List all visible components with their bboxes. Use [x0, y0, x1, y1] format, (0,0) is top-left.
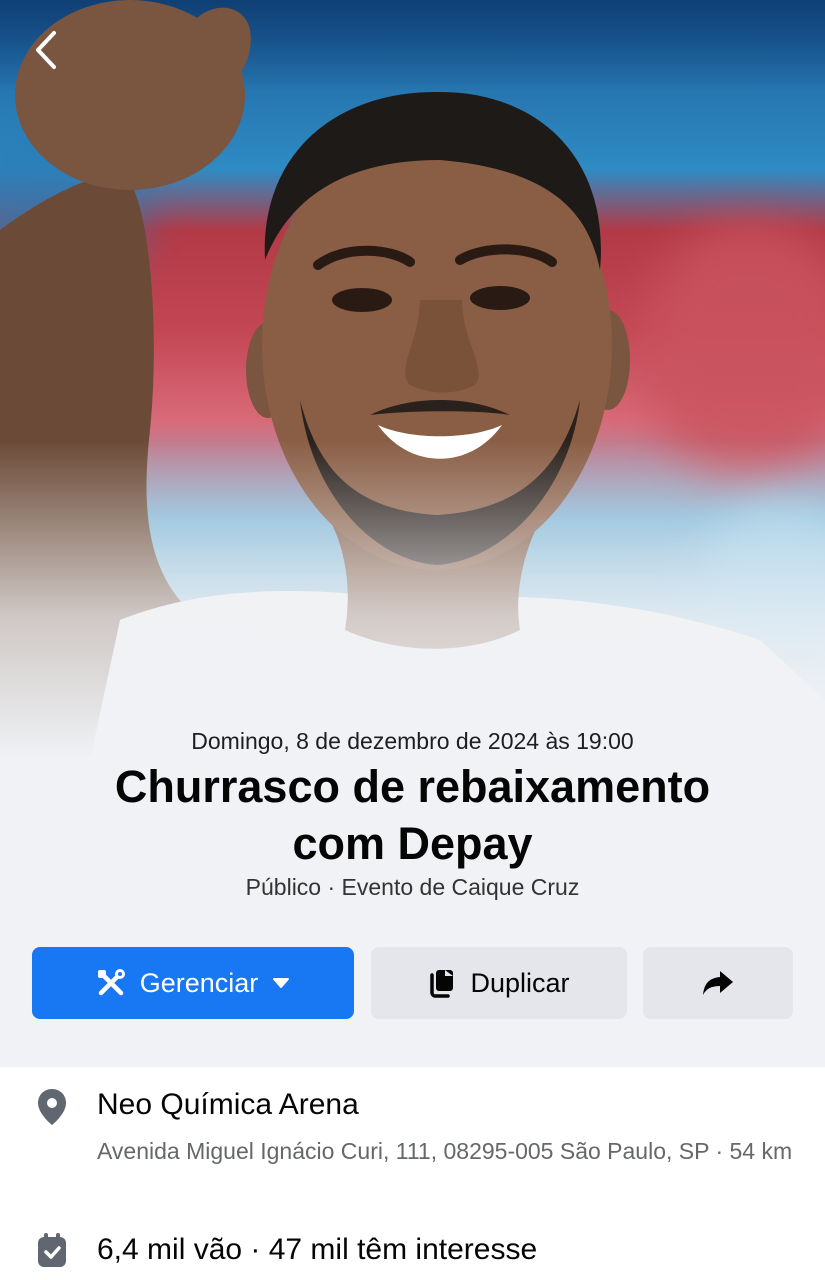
caret-down-icon — [273, 978, 290, 988]
attendance-summary[interactable]: 6,4 mil vão · 47 mil têm interesse — [97, 1233, 537, 1267]
manage-button[interactable]: Gerenciar — [32, 947, 354, 1019]
event-date-time: Domingo, 8 de dezembro de 2024 às 19:00 — [191, 728, 634, 754]
venue-address: Avenida Miguel Ignácio Curi, 111, 08295-… — [97, 1138, 793, 1164]
event-title-line-2: com Depay — [292, 818, 533, 869]
event-title: Churrasco de rebaixamento com Depay — [0, 758, 825, 872]
copy-icon — [430, 970, 454, 998]
share-button[interactable] — [643, 947, 793, 1019]
event-cover-photo — [0, 0, 825, 760]
chevron-left-icon — [36, 31, 56, 69]
tools-icon — [97, 969, 125, 996]
duplicate-button-label: Duplicar — [470, 967, 570, 998]
location-pin-icon — [34, 1086, 70, 1128]
share-arrow-icon — [703, 971, 733, 995]
venue-name[interactable]: Neo Química Arena — [97, 1088, 359, 1122]
event-visibility-host: Público · Evento de Caique Cruz — [245, 874, 580, 900]
duplicate-button[interactable]: Duplicar — [371, 947, 627, 1019]
event-title-line-1: Churrasco de rebaixamento — [114, 761, 711, 812]
back-button[interactable] — [22, 22, 72, 78]
manage-button-label: Gerenciar — [139, 967, 259, 998]
calendar-check-icon — [34, 1230, 70, 1272]
